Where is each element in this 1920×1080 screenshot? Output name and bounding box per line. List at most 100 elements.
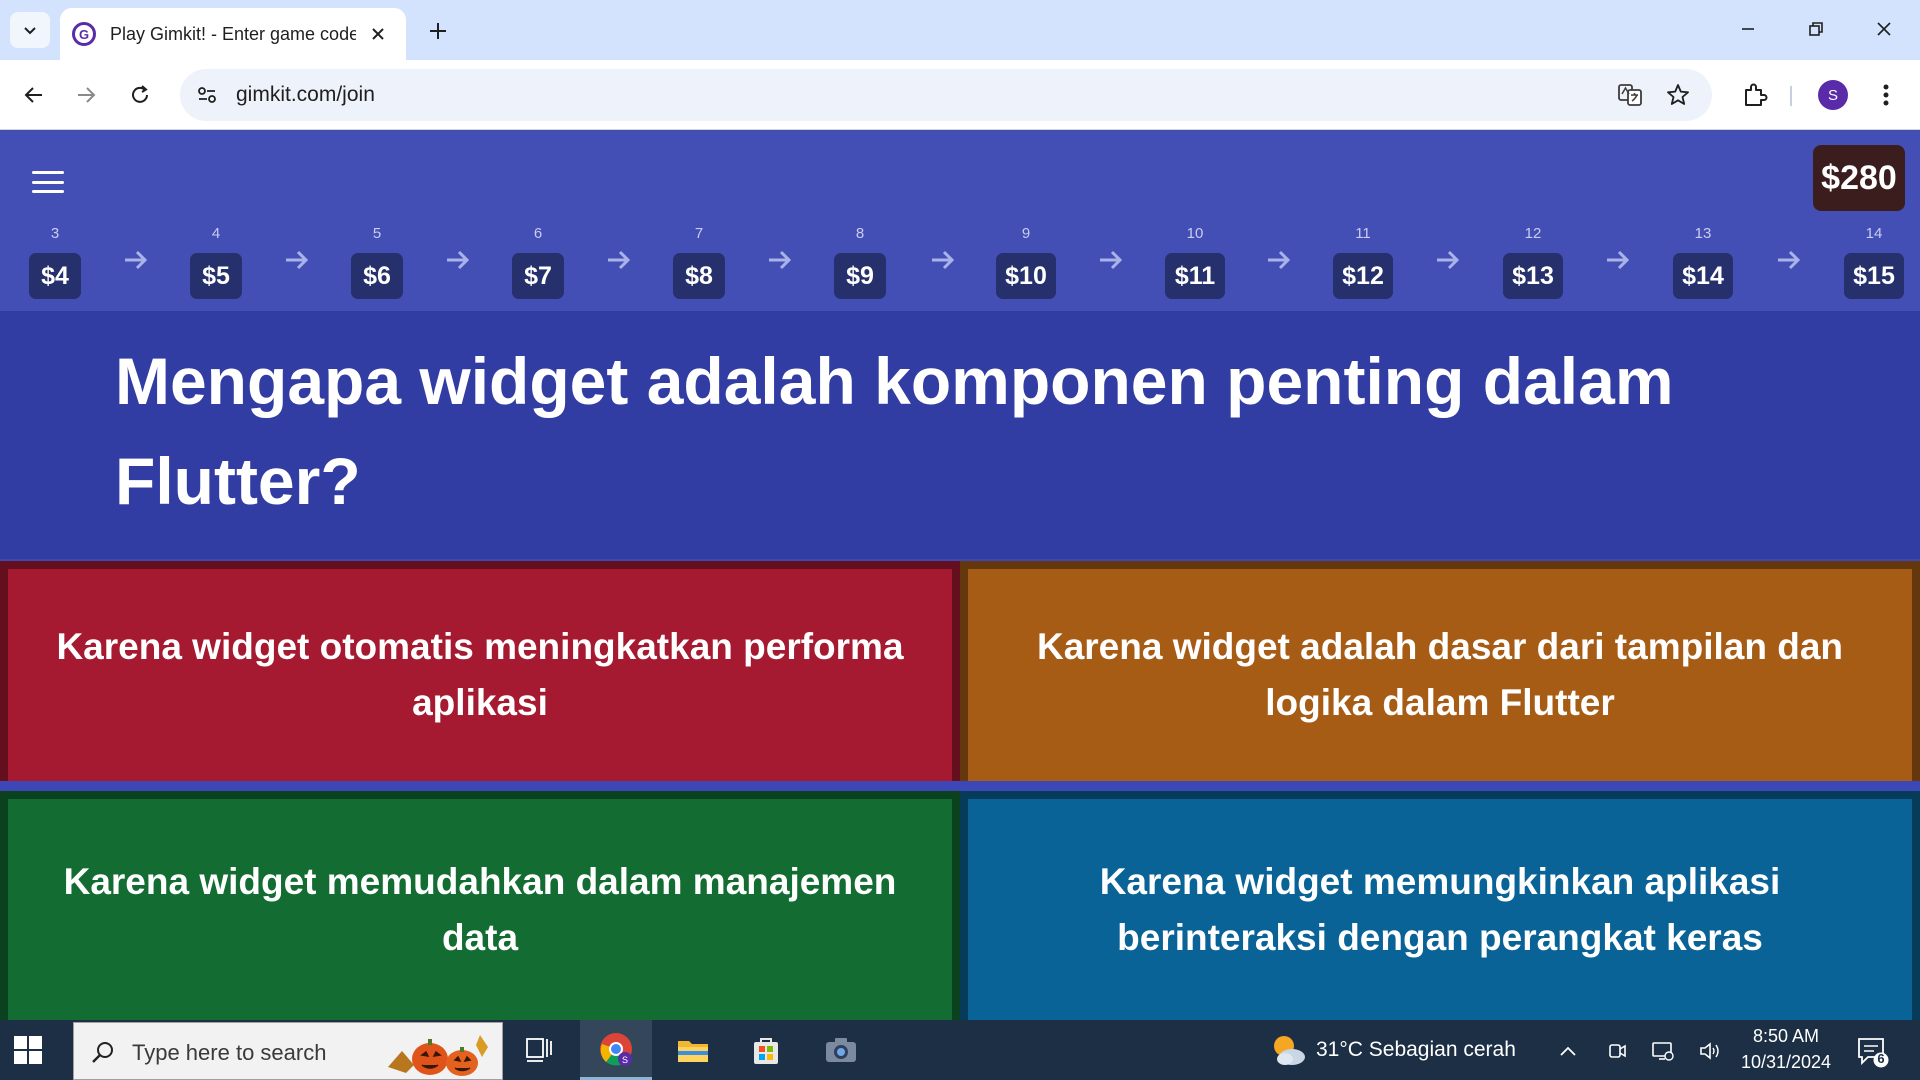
address-bar[interactable]: gimkit.com/join	[180, 69, 1712, 121]
gimkit-favicon-icon: G	[72, 22, 96, 46]
upgrade-level-item: 12 $13	[1503, 225, 1563, 299]
browser-tab-bar: G Play Gimkit! - Enter game code	[0, 0, 1920, 60]
arrow-right-icon	[768, 250, 791, 270]
notification-count: 6	[1877, 1051, 1885, 1066]
forward-button[interactable]	[64, 73, 108, 117]
reload-icon	[132, 85, 148, 103]
clock-time[interactable]: 8:50 AM	[1730, 1026, 1842, 1047]
upgrade-level-price: $10	[996, 253, 1056, 299]
arrow-right-icon	[124, 250, 147, 270]
upgrade-level-item: 10 $11	[1165, 225, 1225, 299]
upgrade-level-price: $11	[1165, 253, 1225, 299]
tab-search-button[interactable]	[10, 12, 50, 48]
taskbar-chrome-app[interactable]: S	[580, 1020, 652, 1080]
task-view-icon	[526, 1038, 552, 1062]
taskbar-microsoft-store[interactable]	[730, 1020, 802, 1080]
arrow-right-icon	[285, 250, 308, 270]
browser-tab-active[interactable]: G Play Gimkit! - Enter game code	[60, 8, 406, 60]
windows-start-icon[interactable]	[14, 1036, 42, 1064]
weather-text[interactable]: 31°C Sebagian cerah	[1316, 1038, 1516, 1062]
upgrade-level-price: $13	[1503, 253, 1563, 299]
upgrade-strip: $280 3 $4 4 $5 5 $6 6 $7 7 $8 8 $9 9 $10 10 $11 11 $12 12 $…	[0, 131, 1920, 311]
upgrade-level-price: $7	[512, 253, 564, 299]
arrow-right-icon	[78, 87, 96, 103]
upgrade-level-price: $15	[1844, 253, 1904, 299]
close-icon	[1877, 22, 1891, 36]
tray-meet-now-icon[interactable]	[1604, 1038, 1630, 1064]
upgrade-level-number: 11	[1355, 225, 1371, 242]
upgrade-level-number: 9	[1021, 225, 1031, 242]
taskbar-camera-app[interactable]	[805, 1020, 877, 1080]
url-text: gimkit.com/join	[236, 83, 375, 106]
svg-text:S: S	[622, 1055, 628, 1065]
question-text: Mengapa widget adalah komponen penting d…	[115, 344, 1674, 518]
bookmark-star-icon[interactable]	[1662, 79, 1694, 111]
upgrade-level-number: 10	[1186, 225, 1204, 242]
upgrade-level-item: 8 $9	[834, 225, 886, 299]
arrow-right-icon	[1607, 250, 1630, 270]
restore-button[interactable]	[1788, 8, 1844, 50]
back-button[interactable]	[12, 73, 56, 117]
hamburger-menu-icon[interactable]	[30, 167, 66, 197]
answer-option-2[interactable]: Karena widget adalah dasar dari tampilan…	[968, 569, 1912, 781]
restore-icon	[1809, 22, 1823, 36]
arrow-right-icon	[607, 250, 630, 270]
tab-close-button[interactable]	[368, 24, 388, 44]
arrow-right-icon	[1437, 250, 1460, 270]
answer-option-4[interactable]: Karena widget memungkinkan aplikasi beri…	[968, 799, 1912, 1020]
task-view-button[interactable]	[503, 1020, 575, 1080]
search-placeholder: Type here to search	[132, 1040, 327, 1065]
upgrade-level-price: $4	[29, 253, 81, 299]
answer-option-1[interactable]: Karena widget otomatis meningkatkan perf…	[8, 569, 952, 781]
gimkit-game-page: $280 3 $4 4 $5 5 $6 6 $7 7 $8 8 $9 9 $10 10 $11 11 $12 12 $…	[0, 131, 1920, 1020]
new-tab-button[interactable]	[420, 14, 456, 48]
upgrade-level-price: $9	[834, 253, 886, 299]
upgrade-level-price: $6	[351, 253, 403, 299]
chevron-down-icon	[24, 27, 36, 35]
upgrade-level-price: $8	[673, 253, 725, 299]
arrow-right-icon	[1099, 250, 1122, 270]
translate-icon[interactable]	[1614, 79, 1646, 111]
chrome-icon: S	[600, 1032, 632, 1066]
folder-icon	[678, 1041, 708, 1062]
more-menu-icon[interactable]	[1866, 75, 1906, 115]
upgrade-level-number: 7	[694, 225, 704, 242]
minimize-icon	[1742, 28, 1754, 30]
tray-network-icon[interactable]	[1650, 1038, 1676, 1064]
answer-option-text: Karena widget memungkinkan aplikasi beri…	[1099, 860, 1781, 958]
extensions-puzzle-icon[interactable]	[1735, 75, 1775, 115]
upgrade-level-item: 13 $14	[1673, 225, 1733, 299]
taskbar-file-explorer[interactable]	[657, 1020, 729, 1080]
upgrade-level-number: 14	[1865, 225, 1883, 242]
answer-option-text: Karena widget memudahkan dalam manajemen…	[63, 860, 897, 958]
upgrade-level-price: $5	[190, 253, 242, 299]
arrow-right-icon	[1777, 250, 1800, 270]
minimize-button[interactable]	[1720, 8, 1776, 50]
tray-volume-icon[interactable]	[1697, 1038, 1723, 1064]
close-window-button[interactable]	[1856, 8, 1912, 50]
arrow-right-icon	[932, 250, 955, 270]
windows-taskbar: Type here to search S 31°C Sebagian cera…	[0, 1020, 1920, 1080]
camera-icon	[826, 1038, 856, 1062]
upgrade-level-item: 9 $10	[996, 225, 1056, 299]
profile-avatar[interactable]: S	[1818, 80, 1848, 110]
notification-center-button[interactable]: 6	[1856, 1036, 1890, 1068]
upgrade-level-number: 8	[855, 225, 865, 242]
site-settings-icon[interactable]	[194, 82, 220, 108]
upgrade-level-item: 11 $12	[1333, 225, 1393, 299]
upgrade-level-number: 12	[1524, 225, 1542, 242]
store-icon	[754, 1038, 778, 1064]
balance-display: $280	[1813, 145, 1905, 211]
upgrade-level-number: 13	[1694, 225, 1712, 242]
search-icon	[92, 1042, 113, 1063]
answer-option-3[interactable]: Karena widget memudahkan dalam manajemen…	[8, 799, 952, 1020]
reload-button[interactable]	[118, 73, 162, 117]
question-band: Mengapa widget adalah komponen penting d…	[0, 311, 1920, 559]
upgrade-level-price: $12	[1333, 253, 1393, 299]
taskbar-search-box[interactable]: Type here to search	[73, 1022, 503, 1080]
upgrade-level-item: 4 $5	[190, 225, 242, 299]
upgrade-level-price: $14	[1673, 253, 1733, 299]
answer-option-text: Karena widget otomatis meningkatkan perf…	[56, 626, 904, 723]
tray-chevron-up-icon[interactable]	[1555, 1038, 1581, 1064]
clock-date[interactable]: 10/31/2024	[1730, 1052, 1842, 1073]
